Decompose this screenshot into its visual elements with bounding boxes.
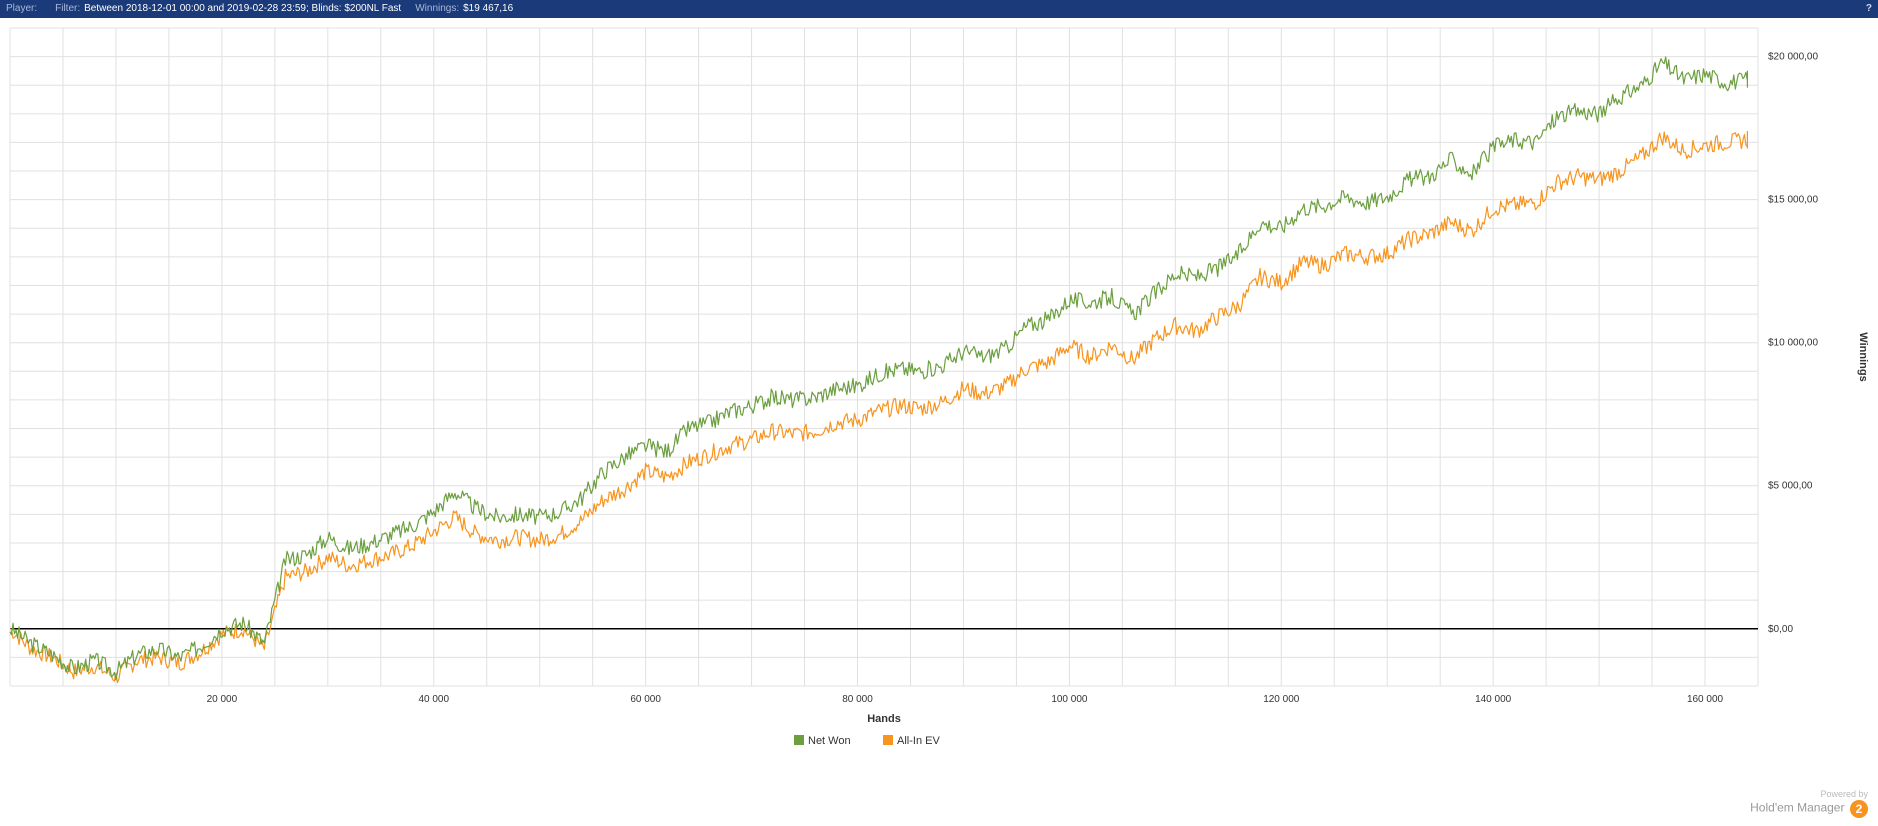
svg-text:100 000: 100 000 xyxy=(1051,694,1088,705)
filter-bar: Player: Filter: Between 2018-12-01 00:00… xyxy=(0,0,1878,18)
svg-text:Net Won: Net Won xyxy=(808,735,851,747)
svg-text:20 000: 20 000 xyxy=(207,694,238,705)
svg-text:$0,00: $0,00 xyxy=(1768,624,1793,635)
winnings-value: $19 467,16 xyxy=(463,0,513,18)
svg-text:$5 000,00: $5 000,00 xyxy=(1768,481,1813,492)
svg-text:80 000: 80 000 xyxy=(842,694,873,705)
svg-text:120 000: 120 000 xyxy=(1263,694,1300,705)
svg-text:$10 000,00: $10 000,00 xyxy=(1768,338,1818,349)
chart-area: 20 000 40 000 60 000 80 000 100 000 120 000 14… xyxy=(0,18,1878,826)
svg-text:$20 000,00: $20 000,00 xyxy=(1768,52,1818,63)
winnings-label: Winnings: xyxy=(415,0,459,18)
powered-line2: Hold'em Manager xyxy=(1750,800,1844,814)
player-label: Player: xyxy=(6,0,37,18)
filter-label: Filter: xyxy=(55,0,80,18)
winnings-chart: 20 000 40 000 60 000 80 000 100 000 120 000 14… xyxy=(0,18,1878,826)
help-icon[interactable]: ? xyxy=(1866,0,1872,18)
powered-by-badge: Powered by Hold'em Manager 2 xyxy=(1750,788,1868,818)
powered-line1: Powered by xyxy=(1750,788,1868,800)
svg-text:160 000: 160 000 xyxy=(1687,694,1724,705)
svg-text:Hands: Hands xyxy=(867,713,901,725)
svg-text:$15 000,00: $15 000,00 xyxy=(1768,195,1818,206)
svg-text:40 000: 40 000 xyxy=(418,694,449,705)
hm2-badge-icon: 2 xyxy=(1850,800,1868,818)
svg-text:60 000: 60 000 xyxy=(630,694,661,705)
svg-text:All-In EV: All-In EV xyxy=(897,735,940,747)
svg-text:Winnings: Winnings xyxy=(1857,332,1869,381)
svg-text:140 000: 140 000 xyxy=(1475,694,1512,705)
filter-value: Between 2018-12-01 00:00 and 2019-02-28 … xyxy=(84,0,401,18)
